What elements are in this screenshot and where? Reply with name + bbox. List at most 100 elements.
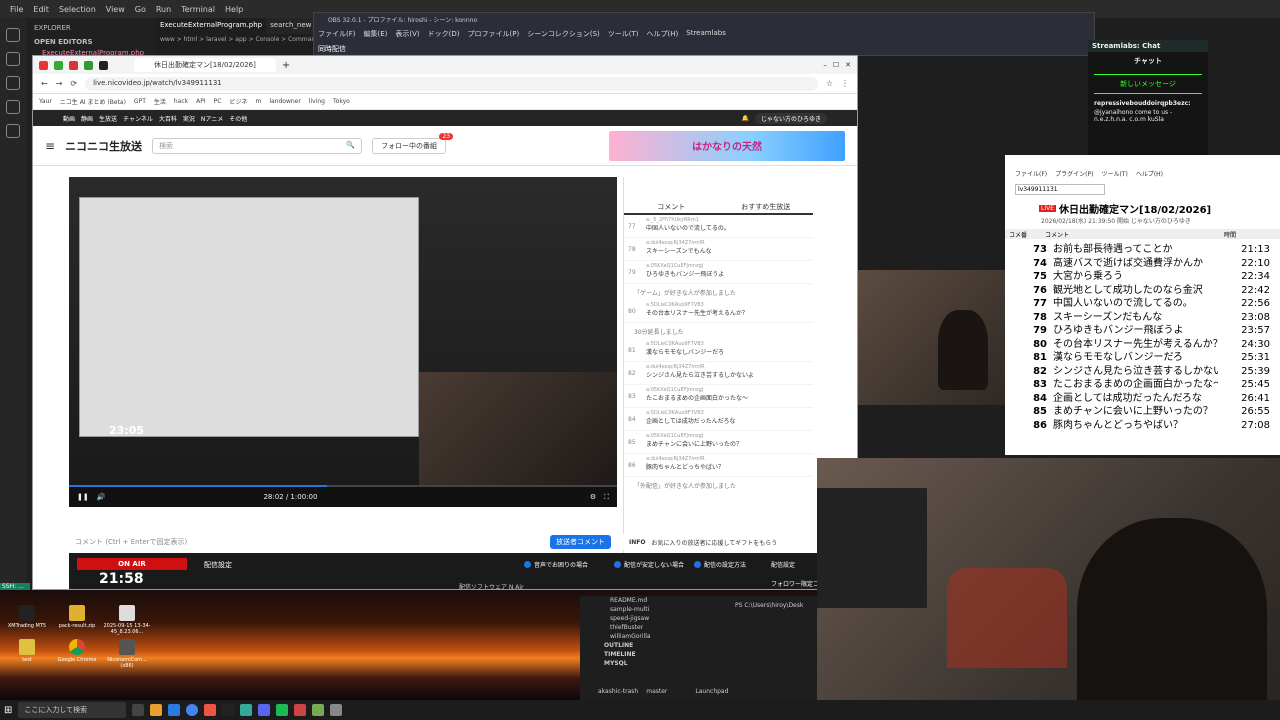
app-icon[interactable] [330, 704, 343, 716]
app-icon[interactable] [294, 704, 307, 716]
ext-icon[interactable] [39, 60, 48, 70]
menu-help[interactable]: Help [225, 5, 243, 14]
viewer-comment-row[interactable]: 75 大宮から乗ろう 22:34 [1005, 270, 1270, 284]
windows-start-icon[interactable]: ⊞ [4, 705, 12, 716]
bookmark[interactable]: living [309, 98, 325, 105]
side-settings[interactable]: 配信設定 [771, 560, 795, 569]
status-launchpad[interactable]: Launchpad [695, 688, 728, 695]
minimize-icon[interactable]: – [823, 61, 827, 69]
status-branch[interactable]: master [646, 688, 667, 695]
viewer-comment-row[interactable]: 77 中国人いないので流してるの。 22:56 [1005, 297, 1270, 311]
menu-edit[interactable]: Edit [33, 5, 49, 14]
status-project[interactable]: akashic-trash [598, 688, 638, 695]
obs-menu-help[interactable]: ヘルプ(H) [647, 29, 679, 39]
browser-tab[interactable]: 休日出勤確定マン[18/02/2026] [134, 58, 276, 72]
search-icon[interactable]: 🔍 [346, 141, 355, 151]
menu-icon[interactable]: ⋮ [841, 79, 849, 88]
files-icon[interactable] [6, 28, 20, 42]
bookmark[interactable]: hack [174, 98, 188, 105]
nav-live[interactable]: 生放送 [99, 114, 117, 123]
obs-menu-file[interactable]: ファイル(F) [318, 29, 356, 39]
tree-item[interactable]: williamGorilla [580, 632, 817, 641]
desktop-icon[interactable]: 2025-09-15 13-34-45_8.23.06... [102, 605, 152, 635]
url-field[interactable]: live.nicovideo.jp/watch/lv349911131 [85, 76, 818, 91]
app-icon[interactable] [240, 704, 253, 716]
ext-icon[interactable] [84, 60, 93, 70]
nico-logo[interactable]: ニコニコ生放送 [65, 138, 142, 154]
bookmark[interactable]: API [196, 98, 206, 105]
viewer-lv-input[interactable]: lv349911131 [1015, 184, 1105, 195]
col-comment[interactable]: コメント [1045, 230, 1224, 239]
broadcaster-comment-button[interactable]: 放送者コメント [550, 535, 611, 549]
bookmark[interactable]: 生活 [154, 97, 166, 106]
viewer-menu-tools[interactable]: ツール(T) [1101, 169, 1127, 178]
bookmark[interactable]: Yaur [39, 98, 52, 105]
new-tab-icon[interactable]: + [282, 60, 290, 71]
hamburger-icon[interactable]: ≡ [45, 139, 55, 153]
bookmark[interactable]: GPT [134, 98, 146, 105]
obs-menu-tools[interactable]: ツール(T) [608, 29, 639, 39]
maximize-icon[interactable]: ☐ [833, 61, 839, 69]
menu-file[interactable]: File [10, 5, 23, 14]
obs-menu-profile[interactable]: プロファイル(P) [468, 29, 520, 39]
nav-anime[interactable]: Nアニメ [201, 114, 223, 123]
comment-input[interactable]: コメント (Ctrl + Enterで固定表示) [75, 537, 187, 547]
viewer-comment-row[interactable]: 82 シンジさん見たら泣き芸するしかないよ 25:39 [1005, 365, 1270, 379]
help-unstable[interactable]: 配信が安定しない場合 [614, 560, 684, 569]
open-editors[interactable]: OPEN EDITORS [30, 34, 152, 48]
bookmark[interactable]: ニコ生 AI まとめ (Beta) [60, 97, 126, 106]
line-icon[interactable] [276, 704, 289, 716]
nav-jikkyo[interactable]: 実況 [183, 114, 195, 123]
extensions-icon[interactable] [6, 124, 20, 138]
mysql-section[interactable]: MYSQL [580, 659, 817, 668]
desktop-icon[interactable]: test [2, 639, 52, 669]
bell-icon[interactable]: 🔔 [742, 115, 749, 122]
tree-item[interactable]: speed-jigsaw [580, 614, 817, 623]
volume-icon[interactable]: 🔊 [97, 493, 106, 501]
viewer-comment-row[interactable]: 85 まめチャンに会いに上野いったの？ 26:55 [1005, 405, 1270, 419]
outline-section[interactable]: OUTLINE [580, 641, 817, 650]
reload-icon[interactable]: ⟳ [70, 79, 77, 88]
menu-terminal[interactable]: Terminal [181, 5, 215, 14]
obs-menu-streamlabs[interactable]: Streamlabs [686, 29, 726, 39]
viewer-menu-file[interactable]: ファイル(F) [1015, 169, 1047, 178]
ext-icon[interactable] [54, 60, 63, 70]
nav-other[interactable]: その他 [229, 114, 247, 123]
tab-recommended[interactable]: おすすめ生放送 [719, 199, 814, 213]
help-audio[interactable]: 音声でお困りの場合 [524, 560, 588, 569]
viewer-comment-row[interactable]: 78 スキーシーズンだもんな 23:08 [1005, 311, 1270, 325]
viewer-menu-plugin[interactable]: プラグイン(P) [1055, 169, 1093, 178]
video-player[interactable]: 23:05 ❚❚ 🔊 28:02 / 1:00:00 ⚙ ⛶ [69, 177, 617, 507]
col-time[interactable]: 時間 [1224, 230, 1280, 239]
close-icon[interactable]: ✕ [845, 61, 851, 69]
desktop-icon[interactable]: XMTrading MT5 [2, 605, 52, 635]
viewer-comment-row[interactable]: 79 ひろゆきもバンジー飛ぼうよ 23:57 [1005, 324, 1270, 338]
forward-icon[interactable]: → [56, 79, 63, 88]
viewer-comment-row[interactable]: 83 たこおまるまめの企画面白かったな～ 25:45 [1005, 378, 1270, 392]
bookmark[interactable]: ビジネ [229, 97, 247, 106]
tab-search[interactable]: search_new [266, 18, 315, 34]
viewer-comment-row[interactable]: 81 漢ならモモなしバンジーだろ 25:31 [1005, 351, 1270, 365]
explorer-icon[interactable] [150, 704, 163, 716]
star-icon[interactable]: ☆ [826, 79, 833, 88]
viewer-comment-row[interactable]: 86 豚肉ちゃんとどっちやばい？ 27:08 [1005, 419, 1270, 433]
brave-icon[interactable] [204, 704, 217, 716]
obs-menu-edit[interactable]: 編集(E) [364, 29, 388, 39]
nav-seiga[interactable]: 静画 [81, 114, 93, 123]
menu-selection[interactable]: Selection [59, 5, 96, 14]
user-name[interactable]: じゃない方のひろゆき [754, 112, 827, 124]
tab-comments[interactable]: コメント [624, 199, 719, 213]
viewer-comment-row[interactable]: 80 その台本リスナー先生が考えるんか？ 24:30 [1005, 338, 1270, 352]
nav-video[interactable]: 動画 [63, 114, 75, 123]
bookmark[interactable]: PC [214, 98, 222, 105]
viewer-comment-row[interactable]: 76 観光地として成功したのなら金沢 22:42 [1005, 284, 1270, 298]
tab-execute[interactable]: ExecuteExternalProgram.php [156, 18, 267, 34]
ad-banner[interactable]: はかなりの天然 [609, 130, 845, 161]
viewer-comment-row[interactable]: 73 お前も部長待遇ってことか 21:13 [1005, 243, 1270, 257]
pause-icon[interactable]: ❚❚ [77, 493, 89, 501]
timeline-section[interactable]: TIMELINE [580, 650, 817, 659]
ext-icon[interactable] [69, 60, 78, 70]
nav-dic[interactable]: 大百科 [159, 114, 177, 123]
app-icon[interactable] [312, 704, 325, 716]
chrome-icon[interactable] [186, 704, 199, 716]
